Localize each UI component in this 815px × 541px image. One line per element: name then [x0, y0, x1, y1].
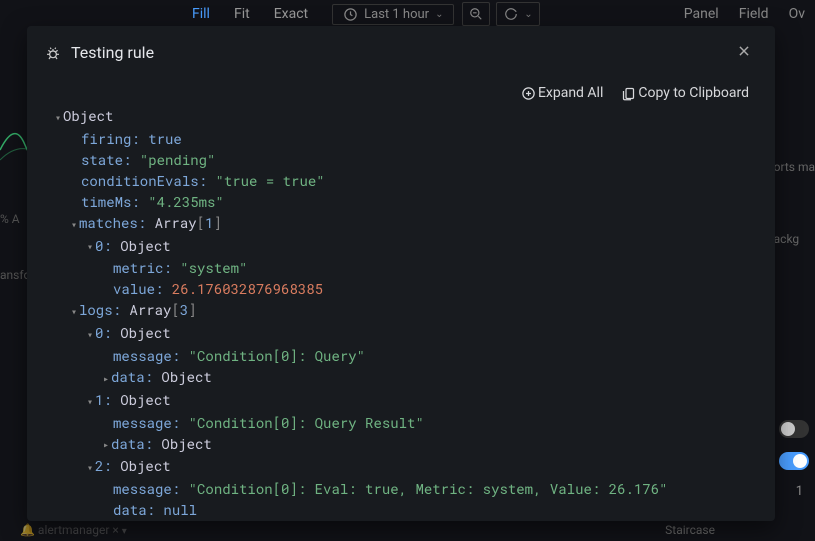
tab-exact[interactable]: Exact [262, 2, 320, 26]
tree-row[interactable]: ▸data: Object [65, 433, 755, 456]
modal-header: Testing rule [27, 26, 775, 79]
testing-rule-modal: Testing rule Expand All Copy to Clipboar… [27, 26, 775, 521]
chevron-down-icon: ⌄ [524, 9, 532, 20]
zoom-out-button[interactable] [462, 2, 490, 26]
expand-all-button[interactable]: Expand All [521, 85, 603, 101]
refresh-button[interactable]: ⌄ [496, 2, 540, 26]
modal-title: Testing rule [71, 43, 154, 62]
tree-row: firing: true [65, 128, 755, 149]
refresh-icon [504, 7, 518, 21]
tab-fill[interactable]: Fill [180, 2, 222, 26]
close-icon [737, 44, 751, 58]
close-button[interactable] [731, 40, 757, 65]
tree-row: message: "Condition[0]: Eval: true, Metr… [65, 478, 755, 499]
bg-text: Staircase [665, 523, 715, 537]
bg-text: 🔔 alertmanager × ▾ [20, 523, 127, 537]
clipboard-icon [621, 86, 636, 101]
tree-row: message: "Condition[0]: Query Result" [65, 412, 755, 433]
tree-row[interactable]: ▾0: Object [65, 322, 755, 345]
tree-row[interactable]: ▾1: Object [65, 389, 755, 412]
bug-icon [45, 45, 61, 61]
tree-row: value: 26.176032876968385 [65, 278, 755, 299]
tree-row[interactable]: ▾logs: Array[3] [65, 299, 755, 322]
timerange-picker[interactable]: Last 1 hour ⌄ [332, 4, 454, 25]
plus-circle-icon [521, 86, 536, 101]
tree-row[interactable]: ▾2: Object [65, 455, 755, 478]
toggle-switch[interactable] [779, 420, 809, 438]
copy-clipboard-button[interactable]: Copy to Clipboard [621, 85, 749, 101]
tab-overrides[interactable]: Ov [789, 6, 805, 22]
toggle-switch[interactable] [779, 452, 809, 470]
clock-icon [343, 7, 358, 22]
value-display: 1 [796, 484, 809, 499]
tab-fit[interactable]: Fit [222, 2, 262, 26]
tree-row: message: "Condition[0]: Query" [65, 345, 755, 366]
tab-field[interactable]: Field [739, 6, 769, 22]
tree-row[interactable]: ▾matches: Array[1] [65, 212, 755, 235]
tree-row: metric: "system" [65, 257, 755, 278]
tree-row: data: null [65, 499, 755, 520]
tab-panel[interactable]: Panel [684, 6, 719, 22]
tree-row[interactable]: ▾Object [65, 105, 755, 128]
tree-row: state: "pending" [65, 149, 755, 170]
zoom-out-icon [469, 7, 483, 21]
tree-row[interactable]: ▾0: Object [65, 235, 755, 258]
tree-row: conditionEvals: "true = true" [65, 170, 755, 191]
tree-row[interactable]: ▸data: Object [65, 366, 755, 389]
bg-text: ansfo [0, 268, 30, 282]
background-toolbar: Fill Fit Exact Last 1 hour ⌄ ⌄ Panel Fie… [0, 0, 815, 28]
chevron-down-icon: ⌄ [435, 9, 443, 20]
bg-text: % A [0, 212, 20, 226]
tree-row: timeMs: "4.235ms" [65, 191, 755, 212]
json-tree: ▾Object firing: true state: "pending" co… [47, 105, 755, 520]
